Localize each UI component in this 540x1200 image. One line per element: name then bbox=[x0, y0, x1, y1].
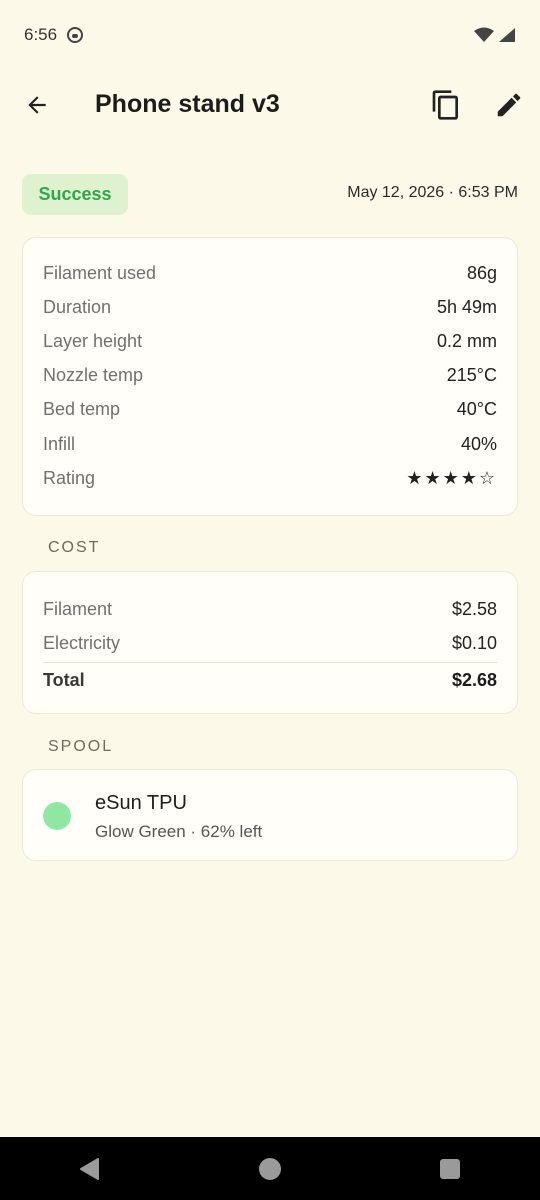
status-right bbox=[474, 27, 516, 43]
status-left: 6:56 bbox=[24, 25, 84, 45]
nav-back-button[interactable] bbox=[70, 1149, 110, 1189]
system-nav-bar bbox=[0, 1137, 540, 1200]
cost-label: Electricity bbox=[43, 632, 121, 653]
detail-row-duration: Duration 5h 49m bbox=[43, 290, 497, 324]
detail-label: Layer height bbox=[43, 330, 143, 351]
spool-name: eSun TPU bbox=[95, 792, 187, 814]
detail-label: Bed temp bbox=[43, 399, 121, 420]
detail-label: Duration bbox=[43, 296, 112, 317]
print-datetime: May 12, 2026 · 6:53 PM bbox=[347, 184, 518, 201]
square-recents-icon bbox=[440, 1158, 460, 1179]
edit-button[interactable] bbox=[494, 90, 524, 120]
cost-value: $2.58 bbox=[451, 598, 497, 619]
status-time: 6:56 bbox=[24, 25, 58, 44]
status-bar: 6:56 bbox=[0, 0, 540, 70]
spool-subtitle: Glow Green · 62% left bbox=[95, 822, 263, 841]
total-label: Total bbox=[43, 669, 85, 690]
details-card: Filament used 86g Duration 5h 49m Layer … bbox=[22, 237, 518, 516]
detail-row-rating: Rating ★★★★☆ bbox=[43, 461, 497, 495]
cost-row-filament: Filament $2.58 bbox=[43, 592, 497, 626]
cost-label: Filament bbox=[43, 598, 113, 619]
page-title: Phone stand v3 bbox=[95, 90, 280, 118]
detail-value: 5h 49m bbox=[436, 296, 497, 317]
pencil-icon bbox=[497, 93, 521, 117]
arrow-left-icon bbox=[28, 96, 46, 114]
spool-card[interactable]: eSun TPU Glow Green · 62% left bbox=[22, 769, 518, 861]
cost-row-electricity: Electricity $0.10 bbox=[43, 626, 497, 660]
rating-stars: ★★★★☆ bbox=[406, 467, 497, 488]
cost-row-total: Total $2.68 bbox=[43, 663, 497, 697]
detail-label: Filament used bbox=[43, 262, 157, 283]
detail-row-layer-height: Layer height 0.2 mm bbox=[43, 324, 497, 358]
detail-label: Nozzle temp bbox=[43, 365, 144, 386]
spool-color-swatch bbox=[43, 802, 71, 830]
circle-home-icon bbox=[259, 1157, 281, 1180]
detail-value: 215°C bbox=[446, 365, 497, 386]
detail-label: Rating bbox=[43, 467, 96, 488]
detail-value: 40°C bbox=[456, 399, 497, 420]
detail-value: 40% bbox=[460, 433, 497, 454]
cost-section-label: COST bbox=[48, 539, 101, 556]
detail-row-filament-used: Filament used 86g bbox=[43, 256, 497, 290]
detail-label: Infill bbox=[43, 433, 76, 454]
triangle-back-icon bbox=[80, 1157, 99, 1180]
wifi-icon bbox=[474, 27, 494, 42]
total-value: $2.68 bbox=[451, 669, 497, 690]
nav-home-button[interactable] bbox=[250, 1149, 290, 1189]
back-button[interactable] bbox=[22, 90, 52, 120]
detail-value: 0.2 mm bbox=[436, 330, 497, 351]
detail-row-infill: Infill 40% bbox=[43, 427, 497, 461]
nav-recents-button[interactable] bbox=[430, 1149, 470, 1189]
signal-icon bbox=[499, 28, 515, 42]
app-bar: Phone stand v3 bbox=[0, 70, 540, 140]
spool-section-label: SPOOL bbox=[48, 738, 114, 755]
cost-card: Filament $2.58 Electricity $0.10 Total $… bbox=[22, 571, 518, 714]
cost-value: $0.10 bbox=[451, 632, 497, 653]
notification-app-icon bbox=[67, 27, 84, 43]
detail-row-nozzle-temp: Nozzle temp 215°C bbox=[43, 359, 497, 393]
duplicate-button[interactable] bbox=[430, 88, 462, 122]
detail-value: 86g bbox=[466, 262, 497, 283]
detail-row-bed-temp: Bed temp 40°C bbox=[43, 393, 497, 427]
copy-icon bbox=[432, 90, 458, 120]
status-badge: Success bbox=[22, 174, 128, 215]
